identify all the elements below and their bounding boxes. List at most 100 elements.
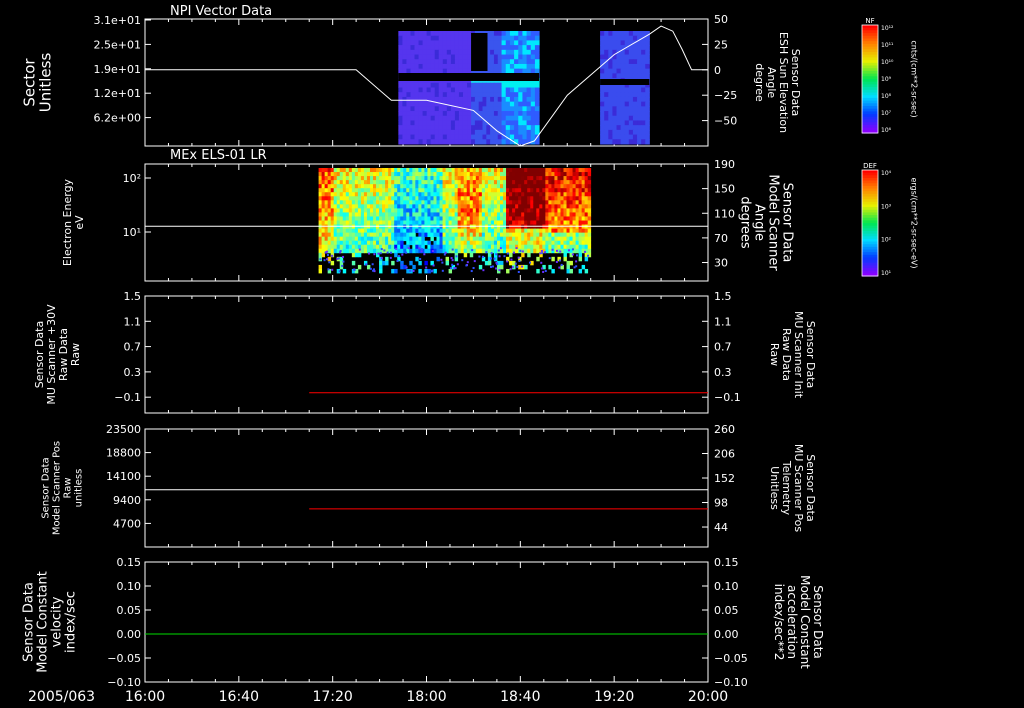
heatmap-cell (548, 196, 552, 201)
heatmap-cell (333, 240, 338, 246)
heatmap-cell (376, 236, 380, 242)
heatmap-cell (518, 232, 522, 238)
heatmap-cell (560, 180, 564, 185)
heatmap-speck (539, 252, 542, 255)
heatmap-cell (398, 111, 403, 117)
heatmap-cell (454, 188, 459, 193)
heatmap-cell (500, 240, 504, 246)
heatmap-cell (376, 224, 380, 229)
heatmap-speck (586, 254, 589, 257)
heatmap-cell (466, 192, 471, 197)
heatmap-cell (600, 68, 605, 74)
heatmap-cell (422, 63, 428, 70)
heatmap-cell (427, 196, 431, 201)
heatmap-cell (397, 184, 401, 189)
heatmap-cell (434, 139, 440, 145)
heatmap-cell (418, 216, 422, 221)
heatmap-cell (493, 120, 499, 126)
heatmap-cell (527, 228, 531, 234)
heatmap-cell (560, 232, 564, 238)
heatmap-cell (509, 192, 513, 197)
heatmap-cell (354, 196, 359, 201)
heatmap-cell (515, 212, 519, 217)
heatmap-cell (469, 216, 474, 221)
heatmap-cell (616, 68, 622, 74)
heatmap-cell (530, 129, 536, 136)
heatmap-cell (409, 200, 413, 205)
heatmap-cell (450, 96, 456, 103)
heatmap-cell (506, 212, 510, 217)
heatmap-cell (521, 168, 525, 173)
heatmap-cell (612, 120, 618, 126)
heatmap-cell (512, 228, 516, 234)
heatmap-cell (536, 200, 540, 205)
heatmap-cell (484, 228, 489, 234)
heatmap-cell (518, 101, 523, 107)
heatmap-cell (542, 168, 546, 173)
heatmap-cell (373, 224, 377, 229)
heatmap-cell (451, 240, 456, 246)
heatmap-speck (519, 249, 522, 252)
heatmap-cell (382, 188, 386, 193)
heatmap-cell (521, 228, 525, 234)
heatmap-cell (551, 224, 555, 229)
heatmap-cell (551, 268, 555, 274)
y-axis-label-left: Model Scanner Pos (52, 441, 63, 535)
heatmap-cell (450, 49, 456, 56)
heatmap-cell (462, 111, 468, 117)
heatmap-cell (330, 204, 335, 209)
heatmap-cell (557, 196, 561, 201)
heatmap-cell (503, 208, 507, 213)
heatmap-cell (403, 204, 407, 209)
heatmap-cell (397, 240, 401, 246)
time-tick-label: 18:00 (406, 689, 446, 705)
heatmap-speck (575, 260, 578, 263)
heatmap-cell (548, 184, 552, 189)
heatmap-cell (604, 73, 609, 79)
heatmap-cell (527, 212, 531, 217)
heatmap-cell (406, 200, 410, 205)
heatmap-cell (524, 248, 528, 254)
heatmap-cell (637, 139, 642, 145)
heatmap-cell (600, 31, 605, 37)
heatmap-cell (382, 184, 386, 189)
heatmap-cell (394, 172, 398, 177)
heatmap-cell (551, 192, 555, 197)
heatmap-cell (548, 192, 552, 197)
heatmap-cell (391, 216, 395, 221)
heatmap-cell (406, 232, 410, 238)
heatmap-cell (327, 208, 332, 213)
heatmap-cell (318, 248, 323, 254)
heatmap-cell (406, 212, 410, 217)
heatmap-cell (427, 192, 431, 197)
time-tick-label: 18:40 (500, 689, 540, 705)
heatmap-cell (427, 172, 431, 177)
heatmap-cell (397, 208, 401, 213)
heatmap-cell (637, 63, 642, 70)
heatmap-cell (438, 111, 444, 117)
heatmap-cell (481, 196, 486, 201)
heatmap-cell (481, 248, 486, 254)
heatmap-cell (394, 228, 398, 234)
heatmap-cell (339, 240, 344, 246)
heatmap-cell (518, 188, 522, 193)
heatmap-cell (424, 220, 428, 225)
heatmap-cell (351, 204, 356, 209)
heatmap-cell (457, 204, 462, 209)
heatmap-cell (439, 216, 443, 221)
heatmap-speck (571, 253, 574, 256)
heatmap-cell (398, 49, 403, 56)
heatmap-cell (490, 196, 495, 201)
heatmap-cell (632, 49, 638, 56)
heatmap-cell (604, 63, 609, 70)
heatmap-cell (575, 248, 580, 254)
heatmap-cell (575, 212, 580, 217)
heatmap-cell (496, 208, 501, 213)
heatmap-cell (442, 125, 448, 131)
y-tick-label-left: −0.05 (107, 652, 141, 665)
heatmap-cell (521, 204, 525, 209)
heatmap-cell (424, 176, 428, 181)
heatmap-cell (472, 248, 477, 254)
heatmap-cell (493, 106, 499, 112)
heatmap-cell (430, 196, 434, 201)
